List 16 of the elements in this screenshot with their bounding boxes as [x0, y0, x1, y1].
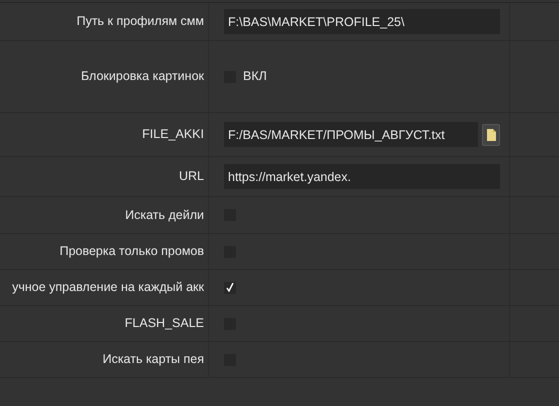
field-label: Блокировка картинок — [80, 68, 204, 86]
field-label: URL — [178, 168, 204, 186]
field-label: FLASH_SALE — [124, 315, 204, 332]
checkbox-label: ВКЛ — [243, 68, 267, 86]
text-field[interactable]: https://market.yandex. — [224, 164, 500, 189]
text-field[interactable]: F:\BAS\MARKET\PROFILE_25\ — [224, 9, 500, 34]
field-label: Искать карты пея — [102, 351, 204, 368]
field-label: Путь к профилям смм — [76, 13, 204, 30]
field-label: Искать дейли — [125, 206, 204, 224]
file-icon — [486, 128, 496, 140]
browse-button[interactable] — [482, 124, 500, 146]
field-label: Проверка только промов — [60, 243, 204, 260]
field-label: FILE_AKKI — [142, 126, 204, 144]
text-field[interactable]: F:/BAS/MARKET/ПРОМЫ_АВГУСТ.txt — [224, 122, 478, 147]
field-label: учное управление на каждый акк — [12, 279, 204, 296]
checkbox[interactable] — [224, 282, 236, 294]
